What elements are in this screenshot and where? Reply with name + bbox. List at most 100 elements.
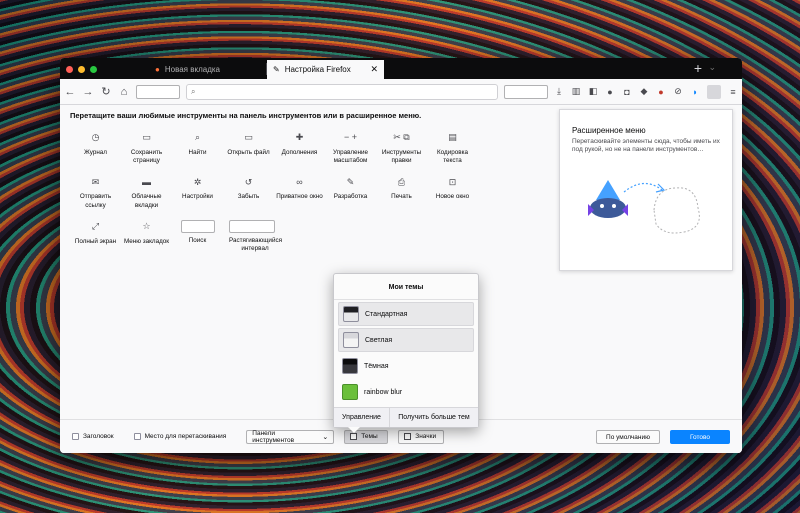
manage-themes-button[interactable]: Управление	[334, 408, 390, 427]
theme-item-default[interactable]: Стандартная	[338, 302, 474, 326]
get-more-themes-button[interactable]: Получить больше тем	[390, 408, 478, 427]
library-icon[interactable]: ▥	[571, 86, 581, 97]
checkbox-label: Место для перетаскивания	[144, 433, 227, 440]
palette-item-bookmarks-menu[interactable]: ☆ Меню закладок	[121, 220, 172, 253]
palette-item-email-link[interactable]: ✉ Отправить ссылку	[70, 175, 121, 209]
overflow-menu-icon[interactable]	[707, 84, 721, 99]
tab-new-tab[interactable]: ● Новая вкладка	[149, 60, 266, 79]
theme-item-dark[interactable]: Тёмная	[338, 354, 474, 378]
customize-palette: ◷ Журнал ▭ Сохранить страницу ⌕ Найти ▭ Откр…	[70, 131, 510, 253]
palette-item-open-file[interactable]: ▭ Открыть файл	[223, 131, 274, 165]
new-tab-button[interactable]: +	[694, 60, 702, 76]
text-encoding-icon: ▤	[448, 132, 457, 143]
palette-item-print[interactable]: ⎙ Печать	[376, 175, 427, 209]
pocket-icon[interactable]: ◘	[622, 87, 632, 97]
palette-item-label: Управление масштабом	[332, 149, 368, 165]
url-bar[interactable]: ⌕	[186, 83, 498, 100]
themes-popup-title: Мои темы	[334, 274, 478, 300]
overflow-menu-panel[interactable]: Расширенное меню Перетаскивайте элементы…	[559, 109, 733, 271]
palette-item-label: Поиск	[188, 236, 207, 244]
palette-item-label: Приватное окно	[276, 193, 323, 201]
restore-defaults-button[interactable]: По умолчанию	[596, 430, 660, 444]
clock-icon: ◷	[91, 132, 100, 143]
nav-bar: ← → ↻ ⌂ ⌕ ⤓ ▥ ◧ ● ◘ ◆ ● ⊘ ◗ ≡	[60, 79, 742, 105]
done-button[interactable]: Готово	[670, 430, 730, 444]
extension-icon[interactable]: ◆	[639, 86, 649, 97]
synced-tabs-icon: ▬	[142, 176, 151, 187]
palette-item-history[interactable]: ◷ Журнал	[70, 131, 121, 165]
palette-item-preferences[interactable]: ✲ Настройки	[172, 175, 223, 209]
palette-item-new-window[interactable]: ⊡ Новое окно	[427, 175, 478, 209]
close-window-button[interactable]	[66, 66, 73, 73]
palette-item-label: Растягивающийся интервал	[229, 236, 283, 252]
shield-icon[interactable]: ◗	[690, 87, 700, 97]
overflow-title: Расширенное меню	[572, 126, 646, 135]
palette-item-label: Полный экран	[74, 237, 117, 245]
palette-item-flexible-space[interactable]: Растягивающийся интервал	[223, 219, 325, 253]
firefox-icon: ●	[155, 65, 160, 74]
theme-item-light[interactable]: Светлая	[338, 328, 474, 352]
zoom-window-button[interactable]	[90, 66, 97, 73]
search-field-preview	[180, 219, 215, 233]
palette-item-private-window[interactable]: ∞ Приватное окно	[274, 175, 325, 209]
palette-item-forget[interactable]: ↺ Забыть	[223, 175, 274, 209]
palette-item-developer[interactable]: ✎ Разработка	[325, 175, 376, 209]
edit-tools-icon: ✂ ⧉	[393, 132, 410, 143]
back-icon[interactable]: ←	[64, 86, 76, 98]
window-controls	[60, 66, 103, 79]
palette-item-find[interactable]: ⌕ Найти	[172, 131, 223, 165]
density-icon	[404, 433, 412, 440]
print-icon: ⎙	[397, 176, 406, 187]
density-label: Значки	[415, 433, 437, 440]
overflow-description: Перетаскивайте элементы сюда, чтобы имет…	[572, 138, 720, 154]
theme-name: Светлая	[365, 336, 393, 344]
tab-customize[interactable]: ✎ Настройка Firefox ✕	[267, 60, 384, 79]
title-bar-checkbox[interactable]: Заголовок	[72, 433, 114, 440]
palette-item-label: Открыть файл	[227, 149, 270, 156]
puzzle-icon: ✚	[295, 132, 304, 143]
palette-item-label: Инструменты правки	[381, 149, 422, 165]
wrench-icon: ✎	[346, 176, 355, 187]
tab-title: Новая вкладка	[164, 65, 220, 74]
sidebar-icon[interactable]: ◧	[588, 86, 598, 97]
reload-icon[interactable]: ↻	[100, 85, 112, 98]
palette-item-save-page[interactable]: ▭ Сохранить страницу	[121, 131, 172, 165]
palette-item-zoom[interactable]: − + Управление масштабом	[325, 131, 376, 165]
flexible-space-preview	[229, 219, 275, 233]
palette-item-label: Найти	[188, 149, 207, 156]
ublock-icon[interactable]: ●	[656, 87, 666, 97]
zoom-controls-icon: − +	[343, 132, 357, 143]
home-icon[interactable]: ⌂	[118, 86, 130, 98]
minimize-window-button[interactable]	[78, 66, 85, 73]
forward-icon[interactable]: →	[82, 86, 94, 98]
account-icon[interactable]: ●	[605, 87, 615, 97]
block-icon[interactable]: ⊘	[673, 86, 683, 97]
search-icon: ⌕	[191, 86, 196, 96]
palette-item-label: Кодировка текста	[437, 149, 468, 165]
palette-item-label: Дополнения	[281, 149, 318, 156]
toolbars-dropdown[interactable]: Панели инструментов ⌄	[246, 429, 335, 444]
theme-swatch-icon	[350, 433, 358, 440]
palette-item-synced-tabs[interactable]: ▬ Облачные вкладки	[121, 175, 172, 209]
theme-light-thumbnail	[343, 332, 359, 348]
palette-item-addons[interactable]: ✚ Дополнения	[274, 131, 325, 165]
private-mask-icon: ∞	[296, 176, 303, 187]
close-tab-icon[interactable]: ✕	[370, 64, 378, 75]
palette-item-search[interactable]: Поиск	[172, 219, 223, 253]
density-button[interactable]: Значки	[398, 429, 445, 444]
drag-space-checkbox[interactable]: Место для перетаскивания	[133, 433, 227, 440]
theme-dark-thumbnail	[342, 358, 358, 374]
toolbar-spacer-right[interactable]	[504, 84, 548, 99]
toolbar-spacer-left[interactable]	[136, 84, 180, 99]
palette-item-fullscreen[interactable]: ⤢ Полный экран	[70, 220, 121, 253]
palette-item-encoding[interactable]: ▤ Кодировка текста	[427, 131, 478, 165]
bookmarks-menu-icon: ☆	[142, 220, 151, 231]
palette-item-edit[interactable]: ✂ ⧉ Инструменты правки	[376, 131, 427, 165]
theme-default-thumbnail	[343, 306, 359, 322]
download-icon[interactable]: ⤓	[554, 86, 564, 97]
tab-list-chevron-icon[interactable]: ⌄	[708, 62, 716, 73]
fullscreen-icon: ⤢	[91, 220, 100, 231]
hamburger-menu-icon[interactable]: ≡	[728, 87, 738, 97]
theme-item-rainbow-blur[interactable]: rainbow blur	[338, 380, 474, 404]
themes-popup: Мои темы Стандартная Светлая Тёмная rain…	[333, 273, 479, 433]
